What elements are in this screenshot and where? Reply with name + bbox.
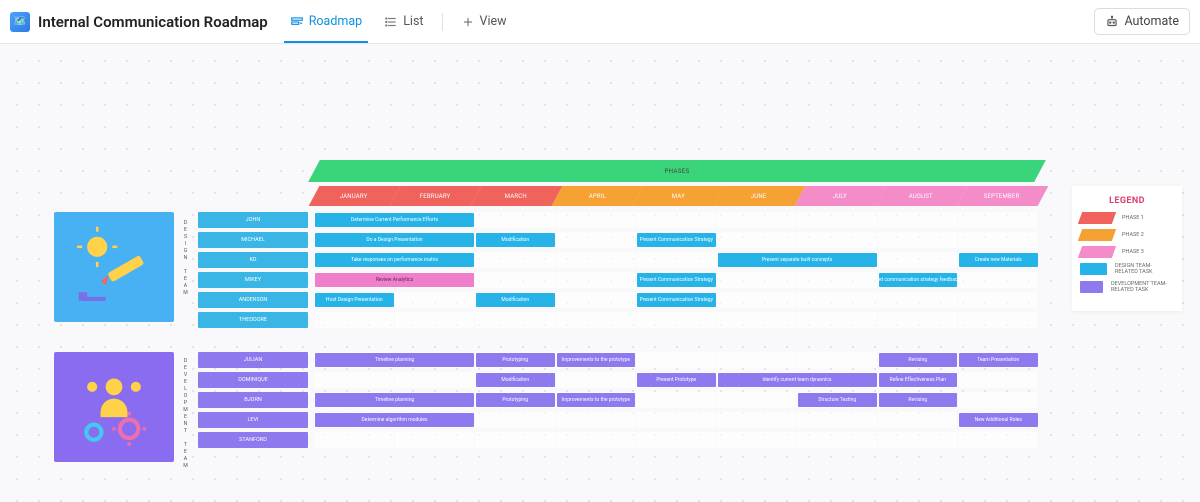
task-bar[interactable]: Structure Testing (798, 393, 877, 407)
task-bar[interactable]: Get communication strategy feedback (879, 273, 958, 287)
task-bar[interactable]: Improvements to the prototype (557, 393, 636, 407)
legend-label: PHASE 1 (1122, 215, 1144, 221)
person-michael: MICHAEL (198, 232, 308, 248)
tab-add-view[interactable]: View (451, 8, 517, 35)
task-bar[interactable]: Modification (476, 233, 555, 247)
task-bar[interactable]: Determine Current Performance Efforts (315, 213, 474, 227)
legend-label: DEVELOPMENT TEAM-RELATED TASK (1111, 281, 1174, 294)
person-dominique: DOMINIQUE (198, 372, 308, 388)
month-april: APRIL (552, 186, 643, 206)
task-bar[interactable]: Review Analytics (315, 273, 474, 287)
person-john: JOHN (198, 212, 308, 228)
tab-roadmap[interactable]: Roadmap (280, 8, 372, 35)
task-bar[interactable]: Present Prototype (637, 373, 716, 387)
dev-team-tile (54, 352, 174, 462)
task-bar[interactable]: Revising (879, 393, 958, 407)
task-bar[interactable]: Modification (476, 373, 555, 387)
page-title: Internal Communication Roadmap (38, 13, 268, 31)
design-team-tile (54, 212, 174, 322)
person-anderson: ANDERSON (198, 292, 308, 308)
person-mikey: MIKEY (198, 272, 308, 288)
phases-band (314, 160, 1040, 182)
person-julian: JULIAN (198, 352, 308, 368)
person-theodore: THEODORE (198, 312, 308, 328)
design-team-names: JOHN MICHAEL KD MIKEY ANDERSON THEODORE (198, 212, 308, 328)
month-january: JANUARY (309, 186, 400, 206)
month-header: JANUARYFEBRUARYMARCHAPRILMAYJUNEJULYAUGU… (314, 186, 1043, 206)
automate-button[interactable]: Automate (1094, 8, 1190, 35)
month-september: SEPTEMBER (957, 186, 1048, 206)
task-bar[interactable]: Determine algorithm modules (315, 413, 474, 427)
task-bar[interactable]: Prototyping (476, 353, 555, 367)
tab-roadmap-label: Roadmap (309, 14, 362, 29)
list-icon (384, 15, 398, 29)
month-february: FEBRUARY (390, 186, 481, 206)
legend-title: LEGEND (1080, 196, 1174, 206)
legend-row: DESIGN TEAM-RELATED TASK (1080, 263, 1174, 276)
task-bar[interactable]: Take responses on performance matrix (315, 253, 474, 267)
task-bar[interactable]: Present separate built concepts (718, 253, 877, 267)
task-bar[interactable]: New Additional Roles (959, 413, 1038, 427)
task-bar[interactable]: Timeline planning (315, 393, 474, 407)
plus-icon (461, 15, 475, 29)
task-bar[interactable]: Prototyping (476, 393, 555, 407)
month-may: MAY (633, 186, 724, 206)
design-grid (314, 212, 1039, 332)
person-bjorn: BJORN (198, 392, 308, 408)
legend-swatch (1078, 212, 1116, 224)
tab-list-label: List (403, 14, 423, 29)
view-tabs: Roadmap List View (280, 8, 517, 35)
design-illustration-icon (72, 225, 156, 309)
task-bar[interactable]: Timeline planning (315, 353, 474, 367)
legend-label: PHASE 2 (1122, 232, 1144, 238)
legend-row: PHASE 1 (1080, 212, 1174, 224)
tab-list[interactable]: List (374, 8, 433, 35)
person-levi: LEVI (198, 412, 308, 428)
task-bar[interactable]: Identify current team dynamics (718, 373, 877, 387)
person-stanford: STANFORD (198, 432, 308, 448)
task-bar[interactable]: Present Communication Strategy (637, 293, 716, 307)
legend-swatch (1080, 263, 1107, 275)
task-bar[interactable]: Present Communication Strategy (637, 273, 716, 287)
task-bar[interactable]: Host Design Presentation (315, 293, 394, 307)
month-july: JULY (795, 186, 886, 206)
legend-swatch (1078, 229, 1116, 241)
task-bar[interactable]: Present Communication Strategy (637, 233, 716, 247)
whiteboard-canvas[interactable]: PHASES JANUARYFEBRUARYMARCHAPRILMAYJUNEJ… (0, 44, 1200, 502)
robot-icon (1105, 15, 1119, 29)
dev-team-names: JULIAN DOMINIQUE BJORN LEVI STANFORD (198, 352, 308, 448)
legend-label: PHASE 3 (1122, 249, 1144, 255)
task-bar[interactable]: Refine Effectiveness Plan (879, 373, 958, 387)
top-bar: 🗺️ Internal Communication Roadmap Roadma… (0, 0, 1200, 44)
separator (442, 13, 443, 31)
dev-team-vlabel: DEVELOPMENT TEAM (178, 358, 194, 470)
tab-view-label: View (480, 14, 507, 29)
legend-swatch (1078, 246, 1116, 258)
task-bar[interactable]: Create new Materials (959, 253, 1038, 267)
roadmap-icon (290, 15, 304, 29)
legend-card: LEGEND PHASE 1 PHASE 2 PHASE 3 DESIGN TEAM-… (1072, 186, 1182, 311)
design-team-vlabel: DESIGN TEAM (178, 220, 194, 297)
legend-row: DEVELOPMENT TEAM-RELATED TASK (1080, 281, 1174, 294)
doc-icon: 🗺️ (10, 12, 30, 32)
legend-swatch (1080, 281, 1103, 293)
legend-row: PHASE 3 (1080, 246, 1174, 258)
task-bar[interactable]: Modification (476, 293, 555, 307)
legend-label: DESIGN TEAM-RELATED TASK (1115, 263, 1174, 276)
automate-label: Automate (1124, 14, 1179, 29)
legend-row: PHASE 2 (1080, 229, 1174, 241)
task-bar[interactable]: Revising (879, 353, 958, 367)
person-kd: KD (198, 252, 308, 268)
month-june: JUNE (714, 186, 805, 206)
task-bar[interactable]: Do a Design Presentation (315, 233, 474, 247)
task-bar[interactable]: Improvements to the prototype (557, 353, 636, 367)
month-august: AUGUST (876, 186, 967, 206)
dev-illustration-icon (72, 365, 156, 449)
month-march: MARCH (471, 186, 562, 206)
task-bar[interactable]: Team Presentation (959, 353, 1038, 367)
